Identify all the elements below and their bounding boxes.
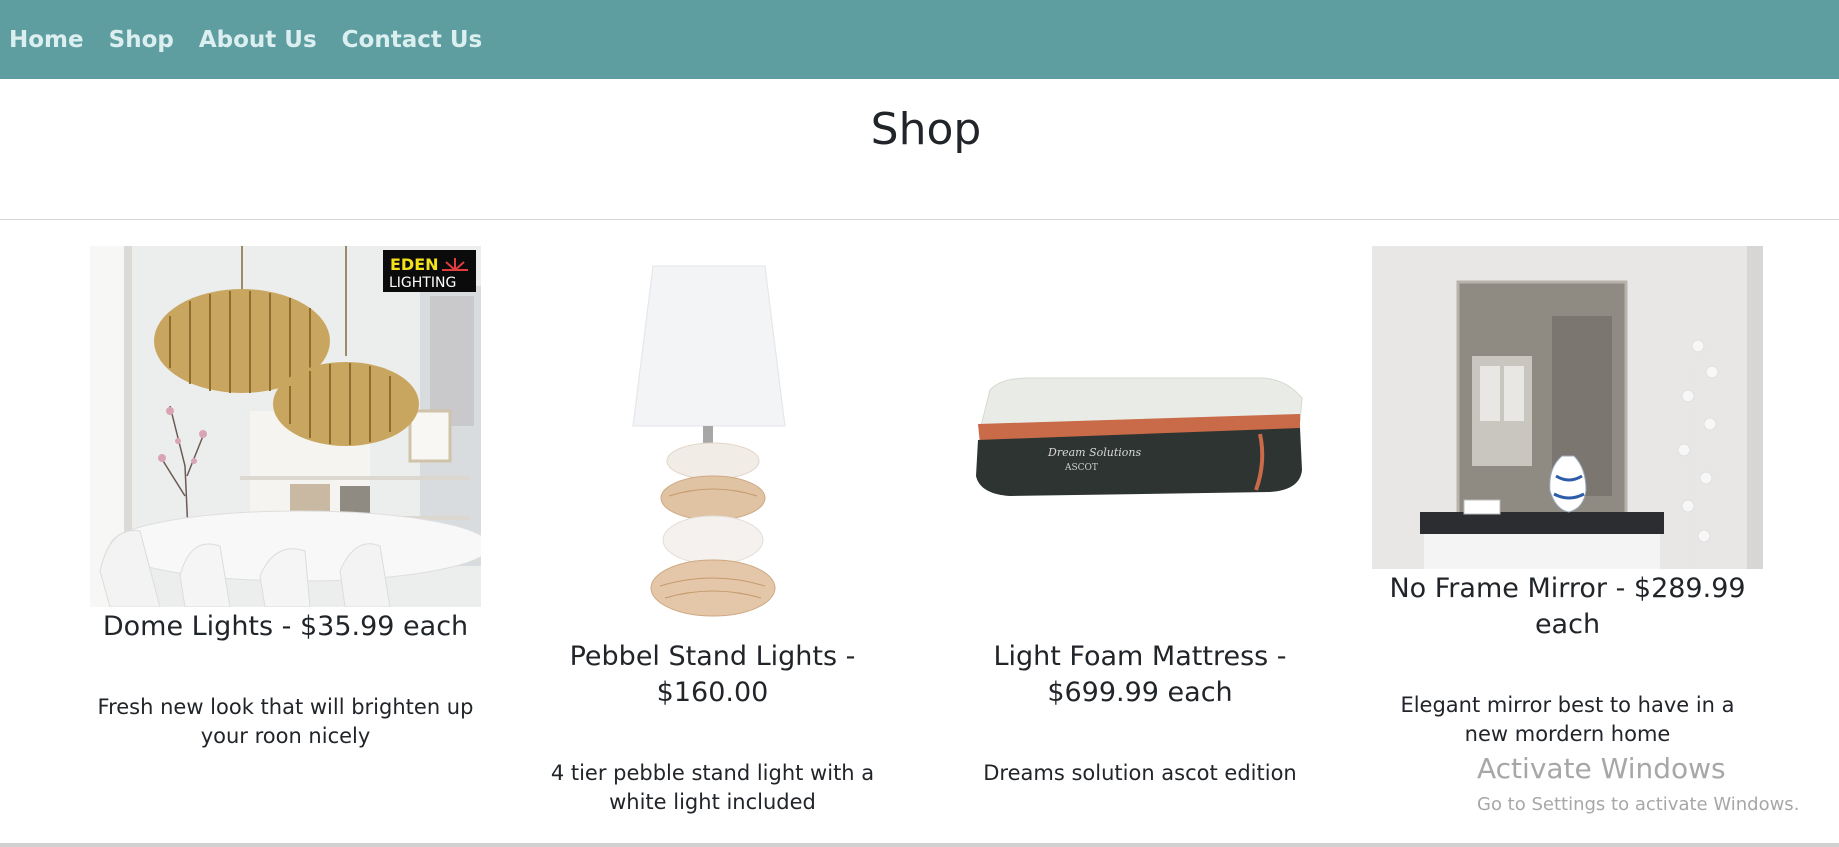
activate-windows-subtitle: Go to Settings to activate Windows.	[1477, 794, 1800, 815]
product-name: Light Foam Mattress - $699.99 each	[993, 641, 1287, 708]
nav-link-shop[interactable]: Shop	[109, 27, 174, 53]
mattress-photo: Dream Solutions ASCOT	[970, 372, 1305, 512]
dome-lights-photo: EDEN LIGHTING	[90, 246, 481, 607]
product-name: Dome Lights - $35.99 each	[102, 611, 469, 642]
nav-link-contact-us[interactable]: Contact Us	[342, 27, 483, 53]
product-description: Elegant mirror best to have in a new mor…	[1400, 693, 1735, 746]
product-image-pebble-lamp[interactable]	[605, 256, 820, 622]
product-image-mirror[interactable]	[1372, 246, 1763, 569]
svg-text:LIGHTING: LIGHTING	[389, 275, 456, 291]
product-image-dome-lights[interactable]: EDEN LIGHTING	[90, 246, 481, 607]
nav-link-home[interactable]: Home	[9, 27, 84, 53]
product-description: Fresh new look that will brighten up you…	[97, 695, 474, 748]
header-divider	[0, 219, 1839, 220]
page-title: Shop	[870, 104, 982, 155]
activate-windows-title: Activate Windows	[1477, 752, 1726, 785]
bottom-scroll-edge	[0, 843, 1839, 847]
svg-text:ASCOT: ASCOT	[1064, 463, 1098, 473]
mirror-photo	[1372, 246, 1763, 569]
product-description: 4 tier pebble stand light with a white l…	[550, 761, 875, 814]
svg-text:EDEN: EDEN	[390, 255, 439, 274]
top-navbar: Home Shop About Us Contact Us	[0, 0, 1839, 79]
pebble-lamp-photo	[605, 256, 820, 622]
product-description: Dreams solution ascot edition	[983, 761, 1297, 785]
product-name: No Frame Mirror - $289.99 each	[1389, 573, 1746, 640]
svg-text:Dream Solutions: Dream Solutions	[1047, 446, 1141, 459]
nav-link-about-us[interactable]: About Us	[199, 27, 317, 53]
product-image-mattress[interactable]: Dream Solutions ASCOT	[970, 372, 1305, 512]
product-name: Pebbel Stand Lights - $160.00	[569, 641, 856, 708]
